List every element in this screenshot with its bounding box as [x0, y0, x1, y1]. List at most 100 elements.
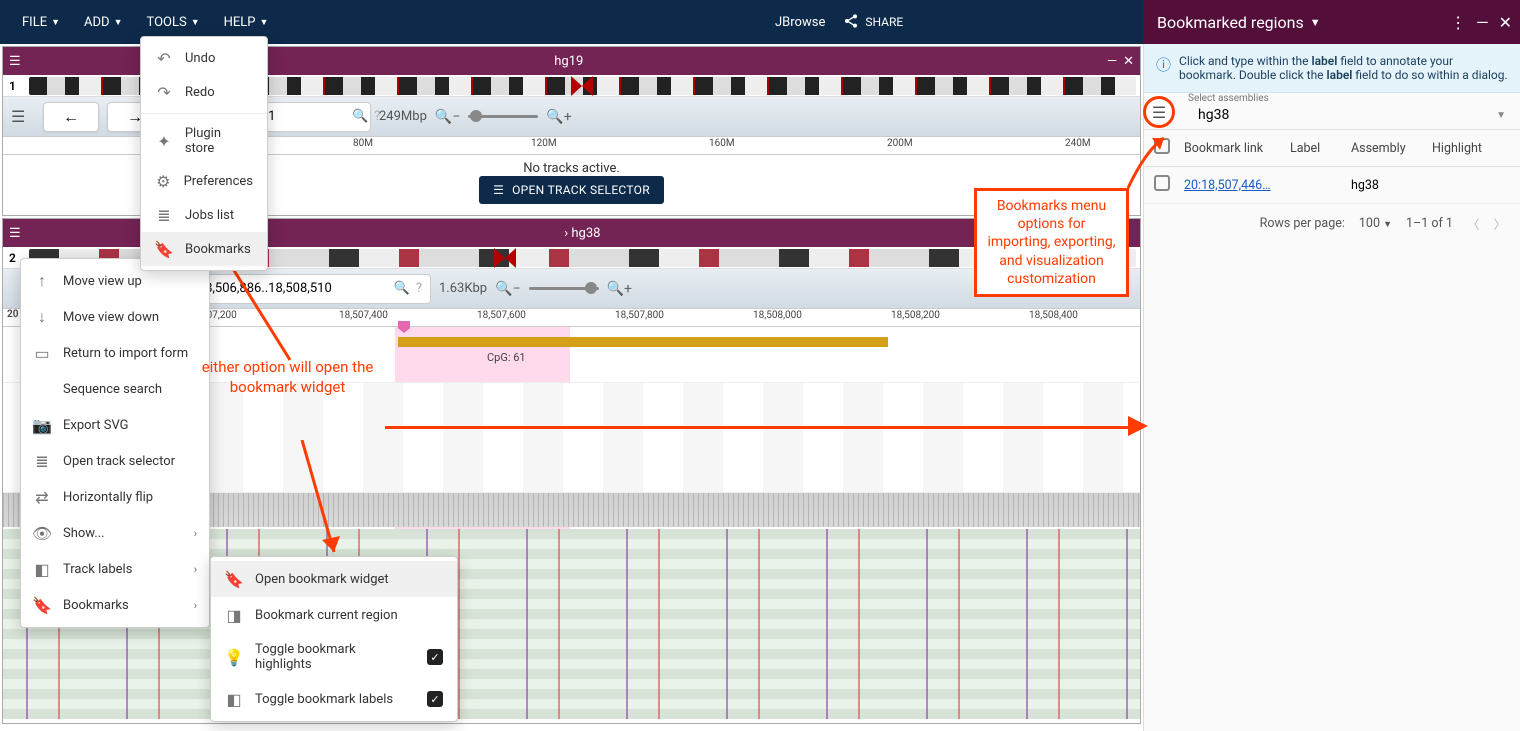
zoom-slider[interactable] — [529, 287, 599, 290]
ctx-return-import[interactable]: ▭Return to import form — [21, 335, 209, 371]
caret-down-icon: ▼ — [114, 17, 123, 28]
puzzle-icon: ✦ — [155, 132, 173, 150]
ctx-show[interactable]: 👁Show...› — [21, 515, 209, 551]
minimize-icon[interactable]: — — [1107, 54, 1117, 69]
page-range: 1–1 of 1 — [1406, 216, 1453, 231]
rows-per-page-select[interactable]: 100 ▼ — [1359, 216, 1392, 231]
tag-icon: ◧ — [225, 690, 243, 708]
arrowhead-icon — [1128, 414, 1152, 438]
bookmarks-table-header: Bookmark link Label Assembly Highlight — [1144, 130, 1520, 167]
assemblies-label: Select assemblies — [1188, 93, 1269, 104]
list-icon: ≣ — [33, 452, 51, 470]
arrow-up-icon: ↑ — [33, 272, 51, 290]
bookmark-icon: 🔖 — [155, 240, 173, 258]
chevron-right-icon: › — [194, 563, 197, 576]
annotation-arrow — [292, 440, 352, 565]
tools-plugin-store[interactable]: ✦Plugin store — [141, 118, 267, 164]
list-icon: ☰ — [493, 183, 504, 197]
ctx-sequence-search[interactable]: Sequence search — [21, 371, 209, 407]
arrow-down-icon: ↓ — [33, 308, 51, 326]
nav-back-button[interactable]: ← — [43, 102, 99, 132]
tools-jobs-list[interactable]: ≣Jobs list — [141, 198, 267, 232]
region-size: 1.63Kbp — [439, 281, 487, 296]
undo-icon: ↶ — [155, 49, 173, 67]
tools-redo[interactable]: ↷Redo — [141, 75, 267, 109]
zoom-in-icon[interactable]: 🔍+ — [546, 109, 571, 125]
centromere-icon — [494, 248, 516, 268]
checkbox-checked-icon: ✓ — [427, 691, 443, 707]
close-icon[interactable]: ✕ — [1123, 54, 1134, 69]
minimize-icon[interactable]: — — [1476, 13, 1489, 32]
zoom-slider[interactable] — [468, 115, 538, 118]
page-next-button[interactable]: 〉 — [1493, 214, 1506, 233]
menu-help[interactable]: HELP▼ — [212, 7, 281, 38]
chevron-right-icon: › — [194, 599, 197, 612]
page-prev-button[interactable]: 〈 — [1467, 214, 1480, 233]
folder-icon: ▭ — [33, 344, 51, 362]
region-size: 249Mbp — [379, 109, 427, 124]
bookmarks-menu-button[interactable]: ☰ — [1143, 96, 1175, 128]
ctx-horizontally-flip[interactable]: ⇄Horizontally flip — [21, 479, 209, 515]
tag-icon: ◧ — [33, 560, 51, 578]
share-icon — [843, 13, 859, 32]
tools-undo[interactable]: ↶Undo — [141, 41, 267, 75]
bookmark-icon: 🔖 — [225, 570, 243, 588]
share-button[interactable]: SHARE — [833, 10, 913, 35]
eye-icon: 👁 — [33, 524, 51, 542]
ctx-bookmarks[interactable]: 🔖Bookmarks› — [21, 587, 209, 623]
ctx-track-labels[interactable]: ◧Track labels› — [21, 551, 209, 587]
annotation-arrow — [1126, 130, 1176, 190]
app-title: JBrowse — [775, 15, 825, 30]
annotation-arrow-horizontal — [385, 426, 1140, 429]
caret-down-icon: ▼ — [1496, 110, 1506, 121]
bookmarks-submenu: 🔖Open bookmark widget ◨Bookmark current … — [210, 556, 458, 722]
open-track-selector-button[interactable]: ☰ OPEN TRACK SELECTOR — [479, 176, 664, 204]
cpg-feature[interactable] — [398, 337, 888, 347]
centromere-icon — [571, 76, 593, 96]
ctx-export-svg[interactable]: 📷Export SVG — [21, 407, 209, 443]
gear-icon: ⚙ — [155, 172, 172, 190]
zoom-in-icon[interactable]: 🔍+ — [607, 281, 632, 297]
menu-add[interactable]: ADD▼ — [72, 7, 134, 38]
bookmark-filled-icon: ◨ — [225, 606, 243, 624]
bulb-icon: 💡 — [225, 648, 243, 666]
bookmark-row: 20:18,507,446… hg38 — [1144, 167, 1520, 204]
search-icon[interactable]: 🔍 — [352, 109, 368, 124]
ctx-move-down[interactable]: ↓Move view down — [21, 299, 209, 335]
help-icon[interactable]: ? — [416, 281, 422, 296]
search-icon[interactable]: 🔍 — [394, 281, 410, 296]
hamburger-icon[interactable]: ☰ — [9, 226, 21, 241]
tools-bookmarks[interactable]: 🔖Bookmarks — [141, 232, 267, 266]
hamburger-icon[interactable]: ☰ — [9, 54, 21, 69]
caret-down-icon: ▼ — [1383, 220, 1392, 230]
hamburger-icon[interactable]: ☰ — [11, 107, 25, 126]
sub-open-bookmark-widget[interactable]: 🔖Open bookmark widget — [211, 561, 457, 597]
view-context-menu: ↑Move view up ↓Move view down ▭Return to… — [20, 258, 210, 628]
sub-toggle-labels[interactable]: ◧Toggle bookmark labels✓ — [211, 681, 457, 717]
annotation-callout: Bookmarks menu options for importing, ex… — [974, 188, 1129, 297]
info-icon: ⓘ — [1156, 54, 1171, 82]
sub-bookmark-current[interactable]: ◨Bookmark current region — [211, 597, 457, 633]
menu-tools[interactable]: TOOLS▼ — [135, 7, 212, 38]
caret-down-icon[interactable]: ▼ — [1310, 16, 1321, 29]
bookmark-link[interactable]: 20:18,507,446… — [1184, 178, 1271, 193]
side-panel-title: Bookmarked regions — [1157, 13, 1304, 32]
paginator: Rows per page: 100 ▼ 1–1 of 1 〈 〉 — [1144, 204, 1520, 243]
menu-file[interactable]: FILE▼ — [10, 7, 72, 38]
tools-dropdown: ↶Undo ↷Redo ✦Plugin store ⚙Preferences ≣… — [140, 36, 268, 271]
bookmarks-side-panel: ⓘ Click and type within the label field … — [1143, 44, 1520, 731]
sub-toggle-highlights[interactable]: 💡Toggle bookmark highlights✓ — [211, 633, 457, 681]
kebab-icon[interactable]: ⋮ — [1450, 13, 1466, 32]
bookmark-icon: 🔖 — [33, 596, 51, 614]
redo-icon: ↷ — [155, 83, 173, 101]
bookmark-assembly-cell: hg38 — [1351, 178, 1426, 193]
tools-preferences[interactable]: ⚙Preferences — [141, 164, 267, 198]
zoom-out-icon[interactable]: 🔍− — [435, 109, 460, 125]
close-icon[interactable]: ✕ — [1499, 13, 1512, 32]
side-panel-header: Bookmarked regions ▼ ⋮ — ✕ — [1143, 0, 1520, 44]
camera-icon: 📷 — [33, 416, 51, 434]
chevron-right-icon: › — [194, 527, 197, 540]
caret-down-icon: ▼ — [51, 17, 60, 28]
zoom-out-icon[interactable]: 🔍− — [495, 281, 520, 297]
ctx-open-track-selector[interactable]: ≣Open track selector — [21, 443, 209, 479]
